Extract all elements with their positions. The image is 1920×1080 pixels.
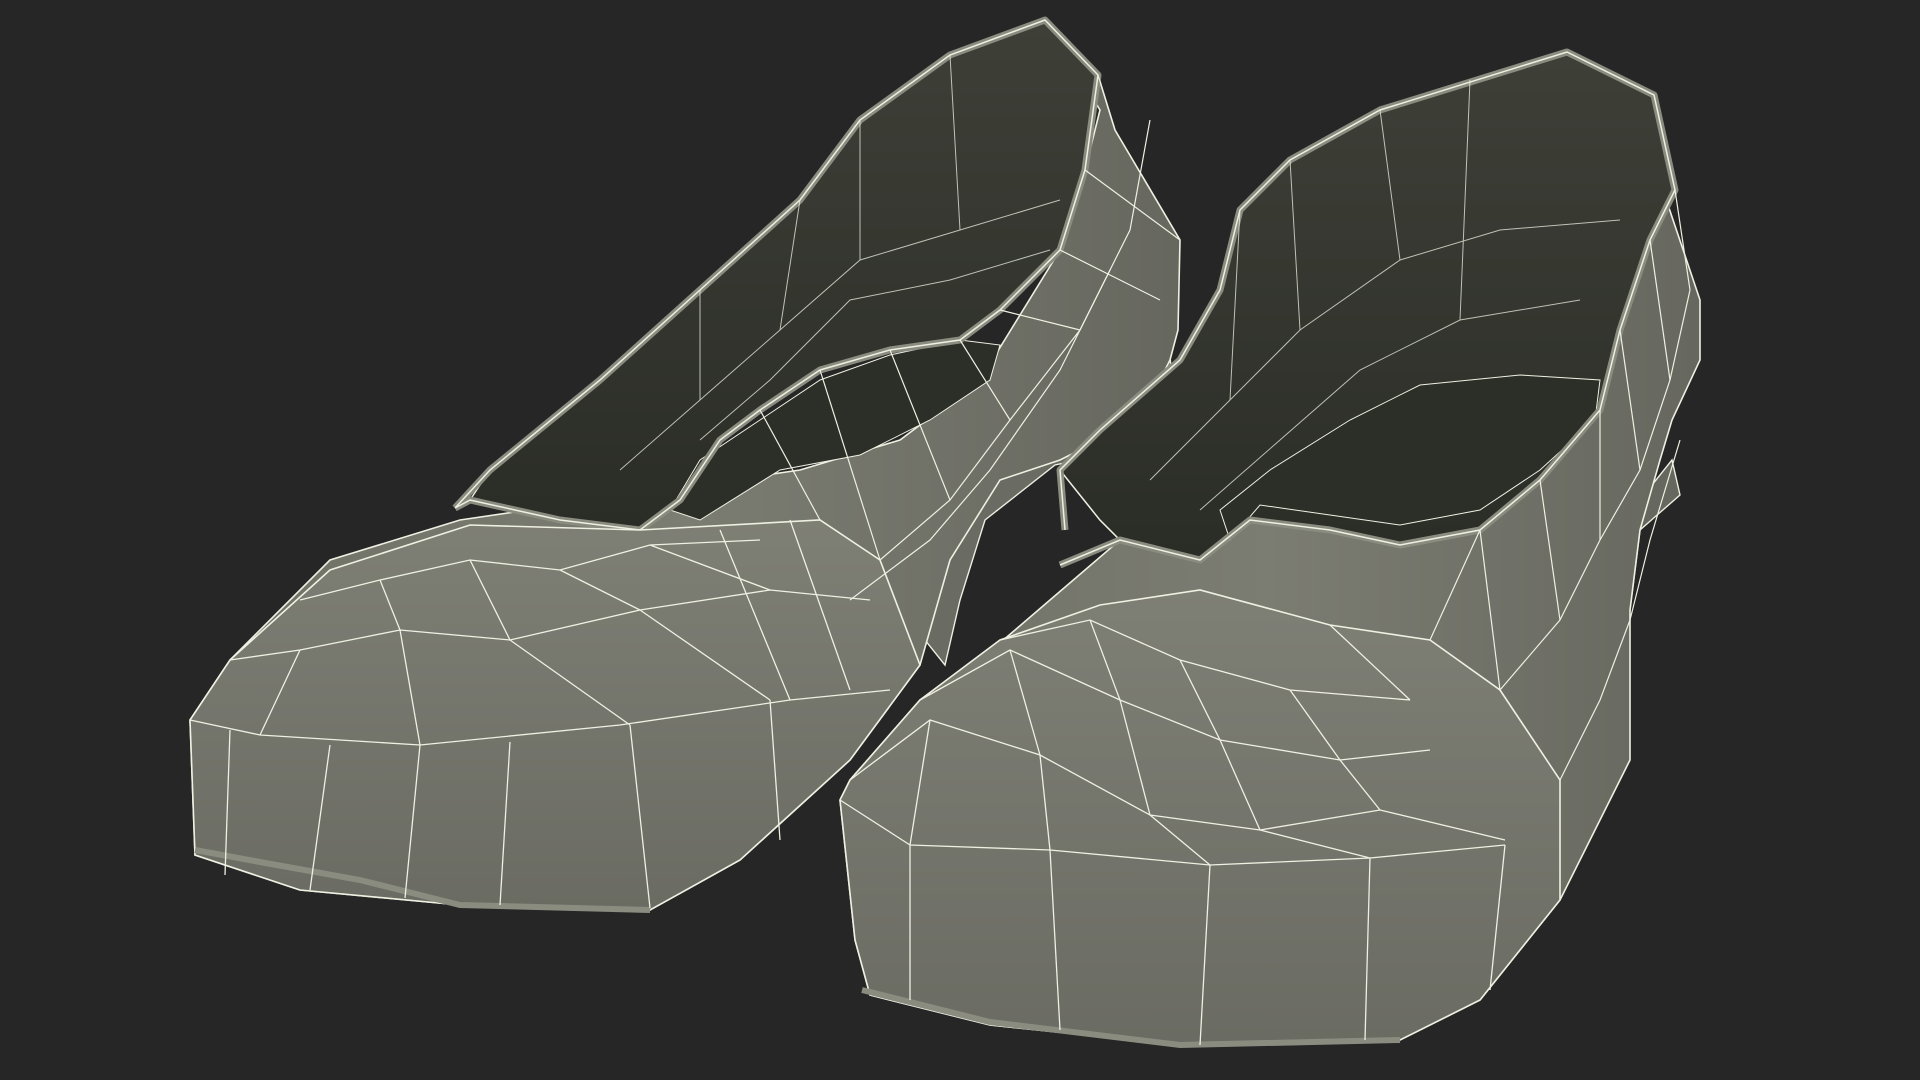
wireframe-render bbox=[0, 0, 1920, 1080]
render-viewport bbox=[0, 0, 1920, 1080]
